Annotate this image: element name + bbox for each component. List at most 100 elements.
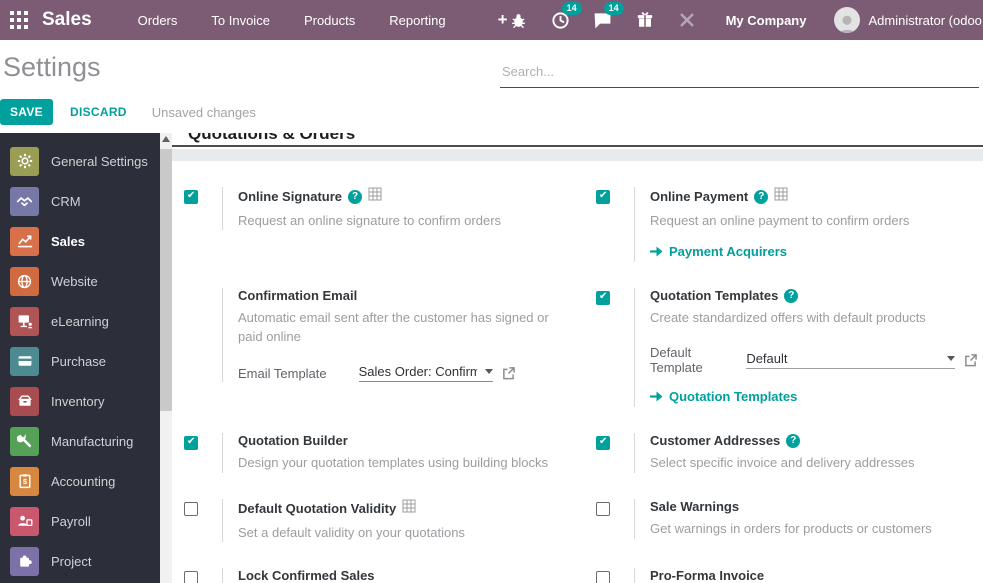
menu-products[interactable]: Products [304, 13, 355, 28]
sidebar-item-inventory[interactable]: Inventory [0, 381, 160, 421]
pro-forma-invoice-checkbox[interactable] [596, 571, 610, 583]
search-input[interactable] [500, 60, 979, 87]
setting-online-payment: Online Payment ? Request an online payme… [596, 187, 977, 262]
wrench-icon [10, 426, 39, 456]
setting-sale-warnings: Sale Warnings Get warnings in orders for… [596, 499, 977, 542]
sidebar-label: eLearning [51, 313, 109, 329]
external-link-icon[interactable] [964, 353, 977, 367]
scrollbar-up-arrow[interactable] [162, 136, 170, 142]
arrow-right-icon [650, 246, 663, 257]
section-heading: Quotations & Orders [172, 133, 983, 147]
presentation-icon [10, 306, 39, 336]
ledger-icon: $ [10, 466, 39, 496]
save-button[interactable]: SAVE [0, 99, 53, 125]
setting-lock-confirmed-sales: Lock Confirmed Sales No longer edit orde… [184, 568, 576, 583]
setting-title: Pro-Forma Invoice [650, 568, 765, 583]
lock-confirmed-sales-checkbox[interactable] [184, 571, 198, 583]
grid-icon [10, 11, 28, 29]
messages-chat-icon[interactable]: 14 [592, 2, 624, 31]
arrow-right-icon [650, 391, 663, 402]
sidebar-label: Inventory [51, 393, 105, 409]
setting-title: Confirmation Email [238, 288, 358, 303]
setting-title: Quotation Templates [650, 288, 779, 303]
menu-reporting[interactable]: Reporting [389, 13, 445, 28]
payment-acquirers-link[interactable]: Payment Acquirers [650, 244, 787, 259]
sidebar-item-sales[interactable]: Sales [0, 221, 160, 261]
external-link-icon[interactable] [502, 366, 515, 380]
setting-pro-forma-invoice: Pro-Forma Invoice Allows you to send Pro… [596, 568, 977, 583]
setting-quotation-builder: Quotation Builder Design your quotation … [184, 433, 576, 473]
menu-to-invoice[interactable]: To Invoice [211, 13, 270, 28]
svg-text:$: $ [23, 477, 27, 486]
setting-title: Default Quotation Validity [238, 501, 397, 516]
box-icon [10, 386, 39, 416]
sidebar-label: CRM [51, 193, 81, 209]
setting-default-quotation-validity: Default Quotation Validity Set a default… [184, 499, 576, 542]
sidebar-item-elearning[interactable]: eLearning [0, 301, 160, 341]
setting-quotation-templates: Quotation Templates ? Create standardize… [596, 288, 977, 407]
sidebar-label: Website [51, 273, 98, 289]
activities-clock-icon[interactable]: 14 [550, 2, 582, 31]
help-icon: ? [786, 433, 801, 448]
email-template-select[interactable]: Sales Order: Confirmatio [358, 364, 493, 382]
online-payment-checkbox[interactable] [596, 190, 610, 204]
sale-warnings-checkbox[interactable] [596, 502, 610, 516]
default-template-select[interactable]: Default [746, 351, 955, 369]
quotation-templates-link[interactable]: Quotation Templates [650, 389, 797, 404]
messages-badge: 14 [603, 2, 624, 15]
setting-description: Request an online payment to confirm ord… [650, 213, 910, 228]
unsaved-changes-label: Unsaved changes [151, 104, 256, 120]
setting-description: Set a default validity on your quotation… [238, 525, 465, 540]
gear-icon [10, 146, 39, 176]
help-icon: ? [754, 189, 769, 204]
customer-addresses-checkbox[interactable] [596, 436, 610, 450]
quotation-templates-checkbox[interactable] [596, 291, 610, 305]
discard-button[interactable]: DISCARD [70, 105, 127, 119]
setting-title: Lock Confirmed Sales [238, 568, 375, 583]
setting-description: Automatic email sent after the customer … [238, 310, 549, 344]
apps-grid-icon[interactable] [10, 7, 28, 33]
sidebar-item-payroll[interactable]: Payroll [0, 501, 160, 541]
sidebar-item-project[interactable]: Project [0, 541, 160, 581]
default-quotation-validity-checkbox[interactable] [184, 502, 198, 516]
scrollbar-thumb[interactable] [160, 149, 172, 411]
setting-confirmation-email: Confirmation Email Automatic email sent … [184, 288, 576, 407]
enterprise-building-icon [368, 187, 382, 206]
page-title: Settings [3, 52, 101, 82]
quotation-builder-checkbox[interactable] [184, 436, 198, 450]
handshake-icon [10, 186, 39, 216]
activities-badge: 14 [561, 2, 582, 15]
puzzle-icon [10, 546, 39, 576]
menu-orders[interactable]: Orders [138, 13, 178, 28]
sidebar-item-general-settings[interactable]: General Settings [0, 141, 160, 181]
setting-title: Sale Warnings [650, 499, 740, 514]
sidebar-label: Sales [51, 233, 85, 249]
section-heading-clip: Quotations & Orders [172, 133, 983, 149]
sidebar-item-website[interactable]: Website [0, 261, 160, 301]
setting-customer-addresses: Customer Addresses ? Select specific inv… [596, 433, 977, 473]
setting-description: Design your quotation templates using bu… [238, 455, 549, 470]
sidebar-item-manufacturing[interactable]: Manufacturing [0, 421, 160, 461]
online-signature-checkbox[interactable] [184, 190, 198, 204]
sidebar-item-purchase[interactable]: Purchase [0, 341, 160, 381]
user-menu[interactable]: Administrator (odoo14 [834, 7, 983, 33]
company-switcher[interactable]: My Company [726, 13, 807, 28]
debug-bug-icon[interactable] [508, 9, 530, 31]
tools-icon[interactable] [676, 9, 698, 31]
gift-icon[interactable] [634, 9, 656, 31]
help-icon: ? [348, 189, 363, 204]
sidebar-item-crm[interactable]: CRM [0, 181, 160, 221]
odoo-settings-screen: Sales Orders To Invoice Products Reporti… [0, 0, 983, 583]
setting-title: Quotation Builder [238, 433, 348, 448]
setting-description: Select specific invoice and delivery add… [650, 455, 915, 470]
setting-description: Get warnings in orders for products or c… [650, 521, 932, 536]
chevron-down-icon [484, 369, 493, 374]
main-area: General Settings CRM Sales Website eLear… [0, 133, 983, 583]
sidebar-item-accounting[interactable]: $ Accounting [0, 461, 160, 501]
chart-icon [10, 226, 39, 256]
plus-icon[interactable]: + [498, 10, 508, 30]
sidebar-label: Purchase [51, 353, 106, 369]
app-brand-sales[interactable]: Sales [42, 9, 92, 31]
search-bar [500, 60, 979, 88]
enterprise-building-icon [402, 499, 416, 518]
